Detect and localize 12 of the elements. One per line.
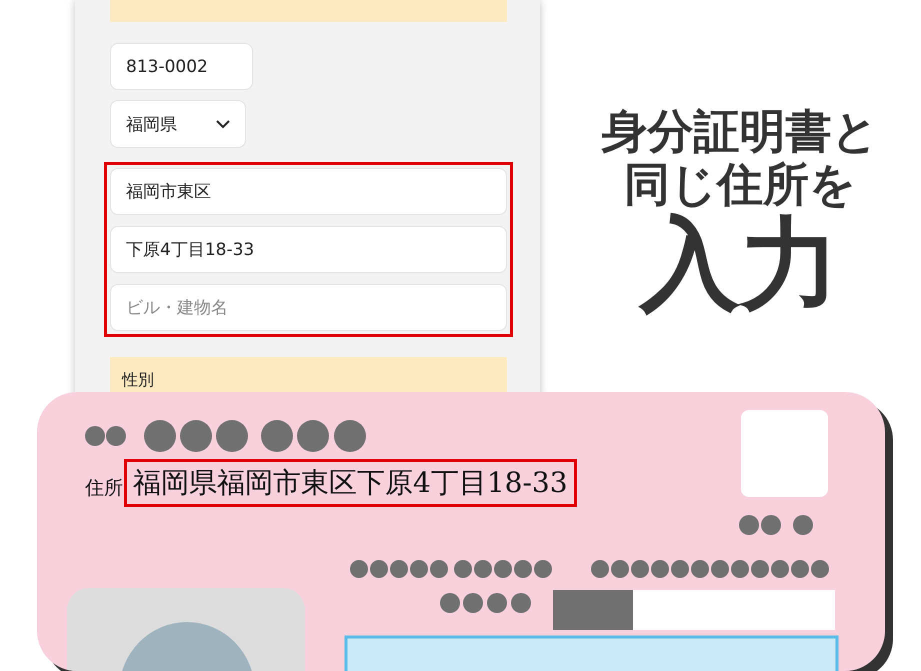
input-field[interactable]: ビル・建物名 [110,284,507,331]
prefecture-dropdown[interactable]: 福岡県 [110,100,246,148]
chevron-down-icon [216,120,230,128]
section-label: 性別 [122,370,154,391]
input-field[interactable]: 下原4丁目18-33 [110,226,507,273]
input-field[interactable]: 813-0002 [110,43,253,90]
headline-text: 同じ住所を [624,158,856,211]
address-label: 住所 [85,476,123,501]
input-field[interactable]: 福岡市東区 [110,168,507,215]
card-address: 福岡県福岡市東区下原4丁目18-33 [124,459,577,507]
headline-text: 身分証明書と [602,105,878,158]
headline-text: 入力 [640,210,840,316]
